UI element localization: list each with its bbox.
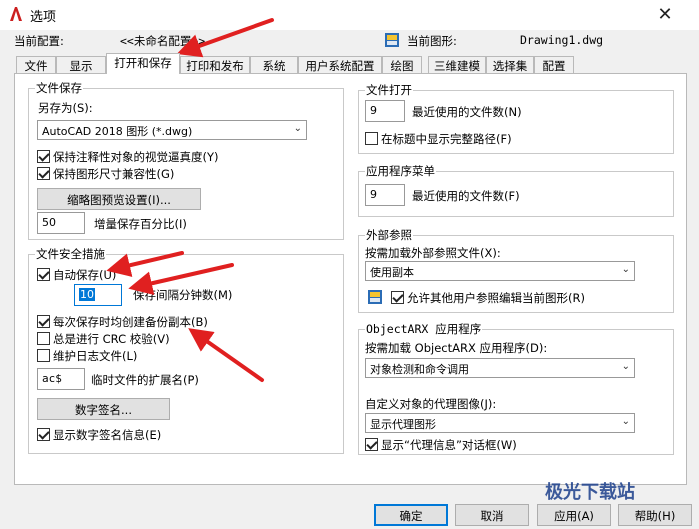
xref-edit-icon — [368, 290, 382, 304]
tab-user-preferences[interactable]: 用户系统配置 — [298, 56, 382, 74]
incremental-save-label: 增量保存百分比(I) — [94, 217, 187, 231]
maintain-drawing-size-checkbox[interactable] — [37, 167, 50, 180]
window-title: 选项 — [30, 10, 57, 25]
save-as-value: AutoCAD 2018 图形 (*.dwg) — [42, 125, 193, 138]
title-bar — [0, 0, 699, 30]
current-profile-value: <<未命名配置>> — [120, 34, 206, 48]
allow-xref-edit-checkbox[interactable] — [391, 291, 404, 304]
current-drawing-label: 当前图形: — [407, 34, 457, 48]
maintain-visual-fidelity-label: 保持注释性对象的视觉逼真度(Y) — [53, 150, 219, 164]
xref-demand-load-value: 使用副本 — [370, 266, 414, 279]
crc-check-checkbox[interactable] — [37, 332, 50, 345]
arx-demand-load-dropdown[interactable]: 对象检测和命令调用 ⌄ — [365, 358, 635, 378]
thumbnail-settings-button[interactable]: 缩略图预览设置(I)... — [37, 188, 201, 210]
file-open-legend: 文件打开 — [366, 83, 412, 97]
tab-system[interactable]: 系统 — [250, 56, 298, 74]
tab-profiles[interactable]: 配置 — [534, 56, 574, 74]
ok-button[interactable]: 确定 — [374, 504, 448, 526]
maintain-log-label: 维护日志文件(L) — [53, 349, 138, 363]
show-proxy-info-label: 显示“代理信息”对话框(W) — [381, 438, 517, 452]
tab-plot-and-publish[interactable]: 打印和发布 — [180, 56, 250, 74]
close-button[interactable]: ✕ — [640, 4, 690, 26]
chevron-down-icon: ⌄ — [621, 361, 630, 372]
maintain-log-checkbox[interactable] — [37, 349, 50, 362]
proxy-images-value: 显示代理图形 — [370, 418, 436, 431]
tab-drafting[interactable]: 绘图 — [382, 56, 422, 74]
allow-xref-edit-label: 允许其他用户参照编辑当前图形(R) — [407, 291, 585, 305]
temp-ext-input[interactable]: ac$ — [37, 368, 85, 390]
create-backup-label: 每次保存时均创建备份副本(B) — [53, 315, 208, 329]
autosave-label: 自动保存(U) — [53, 268, 117, 282]
cancel-button[interactable]: 取消 — [455, 504, 529, 526]
current-drawing-value: Drawing1.dwg — [520, 33, 604, 47]
tab-files[interactable]: 文件 — [16, 56, 56, 74]
autosave-minutes-value: 10 — [79, 288, 95, 301]
autosave-minutes-label: 保存间隔分钟数(M) — [133, 288, 233, 302]
tab-3d-modeling[interactable]: 三维建模 — [428, 56, 486, 74]
xref-demand-load-label: 按需加载外部参照文件(X): — [365, 246, 501, 260]
full-path-checkbox[interactable] — [365, 132, 378, 145]
help-button[interactable]: 帮助(H) — [618, 504, 692, 526]
incremental-save-input[interactable]: 50 — [37, 212, 85, 234]
chevron-down-icon: ⌄ — [293, 123, 302, 134]
show-signature-info-checkbox[interactable] — [37, 428, 50, 441]
objectarx-legend: ObjectARX 应用程序 — [366, 322, 482, 336]
autocad-logo-icon — [10, 7, 22, 21]
app-menu-legend: 应用程序菜单 — [366, 164, 435, 178]
tab-selection[interactable]: 选择集 — [486, 56, 534, 74]
watermark-text: 极光下载站 — [545, 482, 635, 503]
save-as-label: 另存为(S): — [38, 101, 93, 115]
recent-files-input[interactable]: 9 — [365, 100, 405, 122]
app-menu-recent-input[interactable]: 9 — [365, 184, 405, 206]
current-profile-label: 当前配置: — [14, 34, 64, 48]
app-menu-recent-label: 最近使用的文件数(F) — [412, 189, 520, 203]
autosave-checkbox[interactable] — [37, 268, 50, 281]
temp-ext-label: 临时文件的扩展名(P) — [91, 373, 199, 387]
tab-open-and-save[interactable]: 打开和保存 — [106, 53, 180, 74]
chevron-down-icon: ⌄ — [621, 416, 630, 427]
autosave-minutes-input[interactable]: 10 — [74, 284, 122, 306]
proxy-images-label: 自定义对象的代理图像(J): — [365, 397, 497, 411]
recent-files-label: 最近使用的文件数(N) — [412, 105, 522, 119]
create-backup-checkbox[interactable] — [37, 315, 50, 328]
arx-demand-load-value: 对象检测和命令调用 — [370, 363, 469, 376]
digital-signature-button[interactable]: 数字签名... — [37, 398, 170, 420]
xref-legend: 外部参照 — [366, 228, 412, 242]
show-signature-info-label: 显示数字签名信息(E) — [53, 428, 162, 442]
xref-demand-load-dropdown[interactable]: 使用副本 ⌄ — [365, 261, 635, 281]
drawing-icon — [385, 33, 399, 47]
file-safety-legend: 文件安全措施 — [36, 247, 105, 261]
maintain-visual-fidelity-checkbox[interactable] — [37, 150, 50, 163]
crc-check-label: 总是进行 CRC 校验(V) — [53, 332, 170, 346]
show-proxy-info-checkbox[interactable] — [365, 438, 378, 451]
tab-display[interactable]: 显示 — [56, 56, 106, 74]
arx-demand-load-label: 按需加载 ObjectARX 应用程序(D): — [365, 341, 548, 355]
maintain-drawing-size-label: 保持图形尺寸兼容性(G) — [53, 167, 175, 181]
save-as-dropdown[interactable]: AutoCAD 2018 图形 (*.dwg) ⌄ — [37, 120, 307, 140]
chevron-down-icon: ⌄ — [621, 264, 630, 275]
full-path-label: 在标题中显示完整路径(F) — [381, 132, 512, 146]
file-save-legend: 文件保存 — [36, 81, 82, 95]
apply-button[interactable]: 应用(A) — [537, 504, 611, 526]
proxy-images-dropdown[interactable]: 显示代理图形 ⌄ — [365, 413, 635, 433]
